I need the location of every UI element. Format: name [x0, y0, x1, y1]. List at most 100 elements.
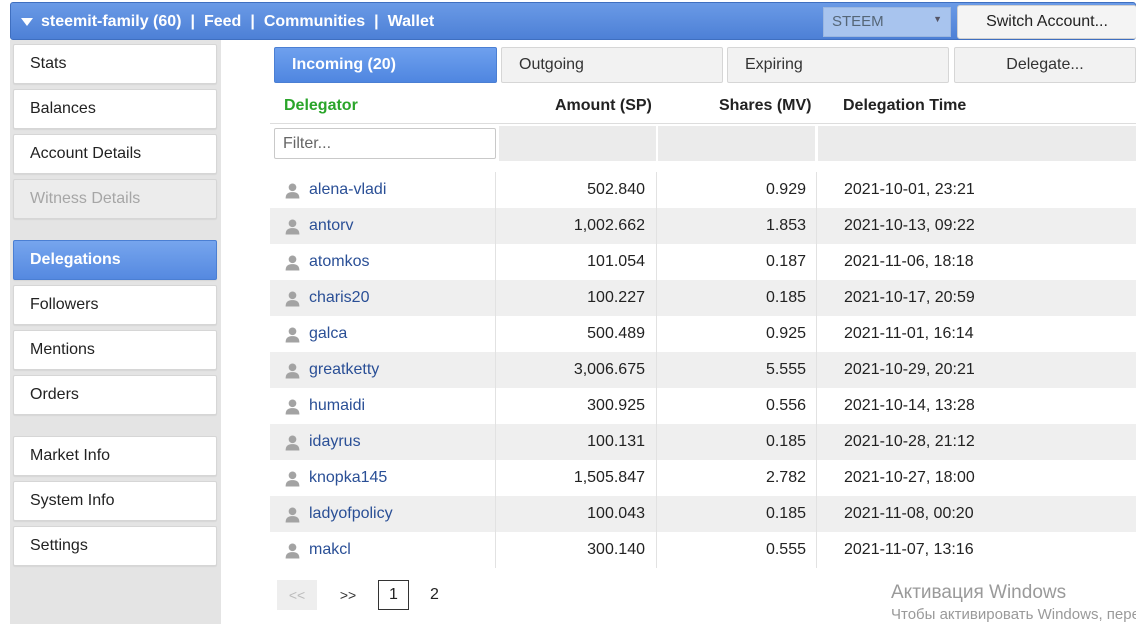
user-icon [284, 254, 301, 271]
shares-cell: 5.555 [658, 352, 817, 388]
top-nav: steemit-family (60) | Feed | Communities… [21, 3, 434, 41]
delegator-cell: knopka145 [270, 460, 496, 496]
delegator-link[interactable]: charis20 [309, 289, 369, 307]
time-cell: 2021-10-29, 20:21 [844, 361, 975, 378]
delegator-link[interactable]: atomkos [309, 253, 369, 271]
top-bar: steemit-family (60) | Feed | Communities… [10, 2, 1136, 40]
column-header-delegator[interactable]: Delegator [284, 97, 358, 115]
time-cell: 2021-11-08, 00:20 [844, 505, 974, 522]
activation-watermark-text: Чтобы активировать Windows, пере [891, 606, 1136, 623]
delegator-cell: charis20 [270, 280, 496, 316]
shares-cell: 1.853 [658, 208, 817, 244]
pagination-page-1[interactable]: 1 [378, 580, 409, 610]
time-cell: 2021-10-13, 09:22 [844, 217, 975, 234]
table-row: atomkos 101.054 0.187 2021-11-06, 18:18 [270, 244, 1136, 280]
pagination-prev-button[interactable]: << [277, 580, 317, 610]
amount-cell: 502.840 [497, 172, 657, 208]
table-row: charis20 100.227 0.185 2021-10-17, 20:59 [270, 280, 1136, 316]
sidebar-item-settings[interactable]: Settings [13, 526, 217, 566]
amount-cell: 1,002.662 [497, 208, 657, 244]
user-icon [284, 362, 301, 379]
nav-wallet[interactable]: Wallet [388, 13, 435, 31]
nav-communities[interactable]: Communities [264, 13, 365, 31]
sidebar-item-mentions[interactable]: Mentions [13, 330, 217, 370]
user-icon [284, 326, 301, 343]
shares-cell: 0.929 [658, 172, 817, 208]
sidebar-item-market-info[interactable]: Market Info [13, 436, 217, 476]
time-cell: 2021-11-06, 18:18 [844, 253, 974, 270]
sidebar-item-followers[interactable]: Followers [13, 285, 217, 325]
time-cell: 2021-11-01, 16:14 [844, 325, 974, 342]
shares-cell: 0.185 [658, 280, 817, 316]
pagination-next-button[interactable]: >> [328, 580, 368, 610]
filter-cell [499, 126, 656, 161]
shares-cell: 0.185 [658, 496, 817, 532]
sidebar-item-delegations[interactable]: Delegations [13, 240, 217, 280]
table-row: galca 500.489 0.925 2021-11-01, 16:14 [270, 316, 1136, 352]
pagination-page-2[interactable]: 2 [419, 580, 450, 610]
delegator-cell: alena-vladi [270, 172, 496, 208]
triangle-down-icon[interactable] [21, 18, 33, 26]
delegator-link[interactable]: alena-vladi [309, 181, 386, 199]
shares-cell: 0.187 [658, 244, 817, 280]
column-header-amount[interactable]: Amount (SP) [555, 97, 652, 115]
user-icon [284, 218, 301, 235]
amount-cell: 100.227 [497, 280, 657, 316]
delegator-link[interactable]: greatketty [309, 361, 379, 379]
account-menu[interactable]: steemit-family (60) [41, 13, 182, 31]
delegator-link[interactable]: humaidi [309, 397, 365, 415]
nav-separator: | [250, 13, 255, 30]
shares-cell: 2.782 [658, 460, 817, 496]
user-icon [284, 290, 301, 307]
shares-cell: 0.556 [658, 388, 817, 424]
delegator-link[interactable]: galca [309, 325, 347, 343]
amount-cell: 300.140 [497, 532, 657, 568]
switch-account-button[interactable]: Switch Account... [957, 5, 1136, 39]
delegator-link[interactable]: knopka145 [309, 469, 387, 487]
delegator-link[interactable]: idayrus [309, 433, 361, 451]
column-header-time[interactable]: Delegation Time [843, 97, 966, 115]
nav-feed[interactable]: Feed [204, 13, 241, 31]
table-body: alena-vladi 502.840 0.929 2021-10-01, 23:21… [270, 172, 1136, 568]
table-row: alena-vladi 502.840 0.929 2021-10-01, 23:21 [270, 172, 1136, 208]
time-cell: 2021-10-01, 23:21 [844, 181, 975, 198]
shares-cell: 0.185 [658, 424, 817, 460]
user-icon [284, 434, 301, 451]
table-row: antorv 1,002.662 1.853 2021-10-13, 09:22 [270, 208, 1136, 244]
sidebar-item-stats[interactable]: Stats [13, 44, 217, 84]
user-icon [284, 506, 301, 523]
user-icon [284, 398, 301, 415]
delegator-link[interactable]: antorv [309, 217, 353, 235]
time-cell: 2021-10-14, 13:28 [844, 397, 975, 414]
tab-expiring[interactable]: Expiring [727, 47, 949, 83]
sidebar-item-system-info[interactable]: System Info [13, 481, 217, 521]
activation-watermark-title: Активация Windows [891, 582, 1067, 603]
sidebar-item-orders[interactable]: Orders [13, 375, 217, 415]
delegator-cell: galca [270, 316, 496, 352]
filter-input[interactable] [274, 128, 496, 159]
delegator-link[interactable]: makcl [309, 541, 351, 559]
delegator-link[interactable]: ladyofpolicy [309, 505, 393, 523]
sidebar-item-balances[interactable]: Balances [13, 89, 217, 129]
delegator-cell: atomkos [270, 244, 496, 280]
amount-cell: 100.131 [497, 424, 657, 460]
delegator-cell: greatketty [270, 352, 496, 388]
tab-outgoing[interactable]: Outgoing [501, 47, 723, 83]
tab-delegate[interactable]: Delegate... [954, 47, 1136, 83]
currency-select[interactable]: STEEM ▼ [823, 7, 951, 37]
nav-separator: | [374, 13, 379, 30]
filter-cell [818, 126, 1136, 161]
tab-incoming[interactable]: Incoming (20) [274, 47, 497, 83]
column-header-shares[interactable]: Shares (MV) [719, 97, 811, 115]
caret-down-icon: ▼ [933, 14, 942, 24]
shares-cell: 0.555 [658, 532, 817, 568]
delegator-cell: antorv [270, 208, 496, 244]
shares-cell: 0.925 [658, 316, 817, 352]
amount-cell: 500.489 [497, 316, 657, 352]
time-cell: 2021-10-17, 20:59 [844, 289, 975, 306]
table-header: Delegator Amount (SP) Shares (MV) Delega… [270, 88, 1136, 124]
nav-separator: | [190, 13, 195, 30]
amount-cell: 300.925 [497, 388, 657, 424]
sidebar-item-account-details[interactable]: Account Details [13, 134, 217, 174]
time-cell: 2021-11-07, 13:16 [844, 541, 974, 558]
